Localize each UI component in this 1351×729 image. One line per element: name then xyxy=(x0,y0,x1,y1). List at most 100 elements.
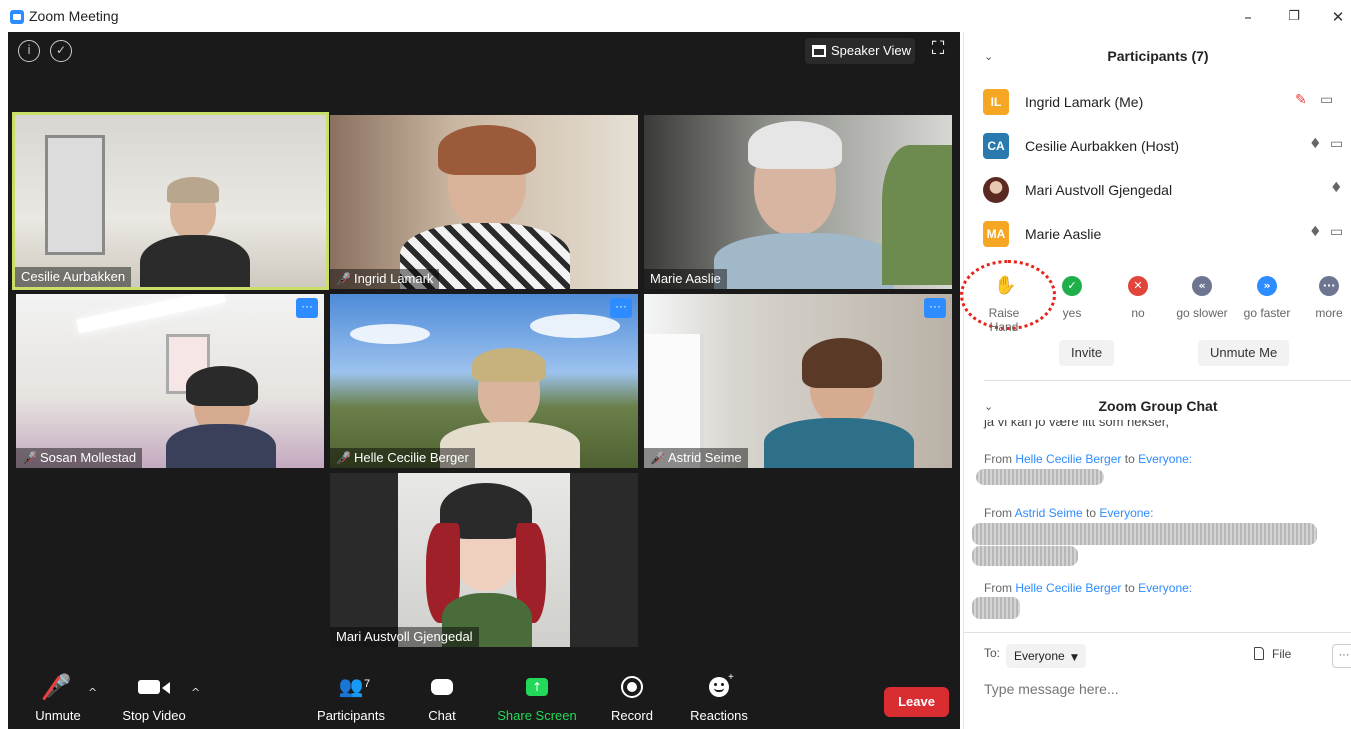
video-tile-astrid[interactable]: ··· 🎤̸ Astrid Seime xyxy=(644,294,952,468)
meeting-info-icon[interactable]: i xyxy=(18,40,40,62)
tile-name: Cesilie Aurbakken xyxy=(15,267,132,287)
chat-message-header: From Helle Cecilie Berger to Everyone: xyxy=(984,452,1193,466)
security-shield-icon[interactable]: ✓ xyxy=(50,40,72,62)
video-camera-icon: ▭ xyxy=(1320,92,1334,108)
x-icon: ✕ xyxy=(1128,276,1148,296)
participants-title: Participants (7) xyxy=(1107,48,1209,64)
participants-button[interactable]: 👥 7 Participants xyxy=(313,674,389,723)
grid-icon xyxy=(812,45,826,57)
audio-options-caret[interactable]: ^ xyxy=(88,686,97,699)
chat-message-partial: ja vi kan jo være litt som hekser, xyxy=(984,420,1169,429)
redacted-message xyxy=(972,546,1078,566)
chat-message-input[interactable] xyxy=(984,681,1324,697)
raise-hand-button[interactable]: ✋ Raise Hand xyxy=(974,275,1034,335)
go-faster-button[interactable]: » go faster xyxy=(1238,276,1296,320)
chat-bubble-icon xyxy=(418,674,466,700)
tile-name: Mari Austvoll Gjengedal xyxy=(330,627,479,647)
video-tile-cesilie[interactable]: Cesilie Aurbakken xyxy=(12,112,329,290)
unmute-button[interactable]: 🎤 Unmute xyxy=(28,674,88,723)
fast-forward-icon: » xyxy=(1257,276,1277,296)
participants-count: 7 xyxy=(364,678,371,690)
no-button[interactable]: ✕ no xyxy=(1120,276,1156,320)
participant-row[interactable]: CA Cesilie Aurbakken (Host) ♦ ▭ xyxy=(964,129,1351,163)
file-button[interactable]: File xyxy=(1254,647,1291,661)
avatar-photo xyxy=(983,177,1009,203)
video-tile-helle[interactable]: ··· 🎤̸ Helle Cecilie Berger xyxy=(330,294,638,468)
muted-mic-icon: 🎤̸ xyxy=(336,272,351,286)
tile-name: 🎤̸ Sosan Mollestad xyxy=(16,448,143,468)
video-tile-sosan[interactable]: ··· 🎤̸ Sosan Mollestad xyxy=(16,294,324,468)
chevron-down-icon: ▼ xyxy=(1071,653,1078,663)
video-camera-icon: ▭ xyxy=(1330,224,1344,240)
microphone-icon: ♦ xyxy=(1309,136,1322,152)
tile-more-button[interactable]: ··· xyxy=(610,298,632,318)
participant-row[interactable]: IL Ingrid Lamark (Me) ✎ ▭ xyxy=(964,85,1351,119)
chat-button[interactable]: Chat xyxy=(418,674,466,723)
chat-more-button[interactable]: ··· xyxy=(1332,644,1351,668)
smiley-plus-icon: + xyxy=(684,672,754,700)
speaker-view-button[interactable]: Speaker View xyxy=(805,38,915,64)
rewind-icon: « xyxy=(1192,276,1212,296)
muted-mic-icon: 🎤 xyxy=(28,674,88,701)
share-screen-button[interactable]: ↑ Share Screen xyxy=(495,674,579,723)
chat-message-header: From Astrid Seime to Everyone: xyxy=(984,506,1154,520)
video-tile-marie[interactable]: Marie Aaslie xyxy=(644,115,952,289)
check-icon: ✓ xyxy=(1062,276,1082,296)
muted-mic-icon: 🎤̸ xyxy=(650,451,665,465)
stop-video-button[interactable]: Stop Video xyxy=(118,674,190,723)
video-camera-icon: ▭ xyxy=(1330,136,1344,152)
side-panel: ⌄ Participants (7) IL Ingrid Lamark (Me)… xyxy=(960,32,1351,729)
recipient-dropdown[interactable]: Everyone ▼ xyxy=(1006,644,1086,668)
tile-name: 🎤̸ Astrid Seime xyxy=(644,448,748,468)
invite-button[interactable]: Invite xyxy=(1059,340,1115,366)
zoom-logo-icon xyxy=(10,10,24,24)
more-reactions-button[interactable]: ··· more xyxy=(1312,276,1346,320)
reactions-button[interactable]: + Reactions xyxy=(684,672,754,723)
muted-mic-icon: 🎤̸ xyxy=(336,451,351,465)
redacted-message xyxy=(972,523,1317,545)
fullscreen-icon[interactable]: ⛶ xyxy=(929,40,947,58)
tile-name: 🎤̸ Ingrid Lamark xyxy=(330,269,440,289)
file-icon xyxy=(1254,647,1264,660)
tile-name: 🎤̸ Helle Cecilie Berger xyxy=(330,448,475,468)
avatar: IL xyxy=(983,89,1009,115)
to-label: To: xyxy=(984,646,1001,660)
record-button[interactable]: Record xyxy=(604,674,660,723)
maximize-button[interactable]: ❐ xyxy=(1274,5,1314,29)
more-dots-icon: ··· xyxy=(1319,276,1339,296)
panel-divider xyxy=(984,380,1351,381)
title-bar: Zoom Meeting – ❐ ✕ xyxy=(0,0,1351,32)
chat-message-header: From Helle Cecilie Berger to Everyone: xyxy=(984,581,1193,595)
sender-link[interactable]: Helle Cecilie Berger xyxy=(1015,581,1121,595)
go-slower-button[interactable]: « go slower xyxy=(1172,276,1232,320)
video-tile-mari[interactable]: Mari Austvoll Gjengedal xyxy=(330,473,638,647)
chat-title: Zoom Group Chat xyxy=(1098,398,1218,414)
avatar: MA xyxy=(983,221,1009,247)
avatar: CA xyxy=(983,133,1009,159)
tile-name: Marie Aaslie xyxy=(644,269,727,289)
tile-more-button[interactable]: ··· xyxy=(924,298,946,318)
unmute-me-button[interactable]: Unmute Me xyxy=(1198,340,1290,366)
microphone-icon: ♦ xyxy=(1330,180,1343,196)
redacted-message xyxy=(976,469,1104,485)
close-window-button[interactable]: ✕ xyxy=(1318,5,1351,29)
yes-button[interactable]: ✓ yes xyxy=(1054,276,1090,320)
tile-more-button[interactable]: ··· xyxy=(296,298,318,318)
meeting-toolbar: 🎤 Unmute ^ Stop Video ^ 👥 7 Participants … xyxy=(8,666,960,729)
video-tile-ingrid[interactable]: 🎤̸ Ingrid Lamark xyxy=(330,115,638,289)
video-camera-icon xyxy=(118,674,190,700)
sender-link[interactable]: Astrid Seime xyxy=(1015,506,1083,520)
video-stage: i ✓ Speaker View ⛶ Cesilie Aurbakken 🎤̸ I… xyxy=(8,32,960,729)
participant-row[interactable]: Mari Austvoll Gjengedal ♦ xyxy=(964,173,1351,207)
sender-link[interactable]: Helle Cecilie Berger xyxy=(1015,452,1121,466)
redacted-message xyxy=(972,597,1020,619)
microphone-icon: ♦ xyxy=(1309,224,1322,240)
share-screen-icon: ↑ xyxy=(495,674,579,700)
leave-button[interactable]: Leave xyxy=(884,687,949,717)
participant-row[interactable]: MA Marie Aaslie ♦ ▭ xyxy=(964,217,1351,251)
speaker-view-label: Speaker View xyxy=(831,43,911,58)
minimize-button[interactable]: – xyxy=(1228,5,1268,29)
video-options-caret[interactable]: ^ xyxy=(191,686,200,699)
hand-icon: ✋ xyxy=(994,275,1017,296)
panel-divider xyxy=(964,632,1351,633)
